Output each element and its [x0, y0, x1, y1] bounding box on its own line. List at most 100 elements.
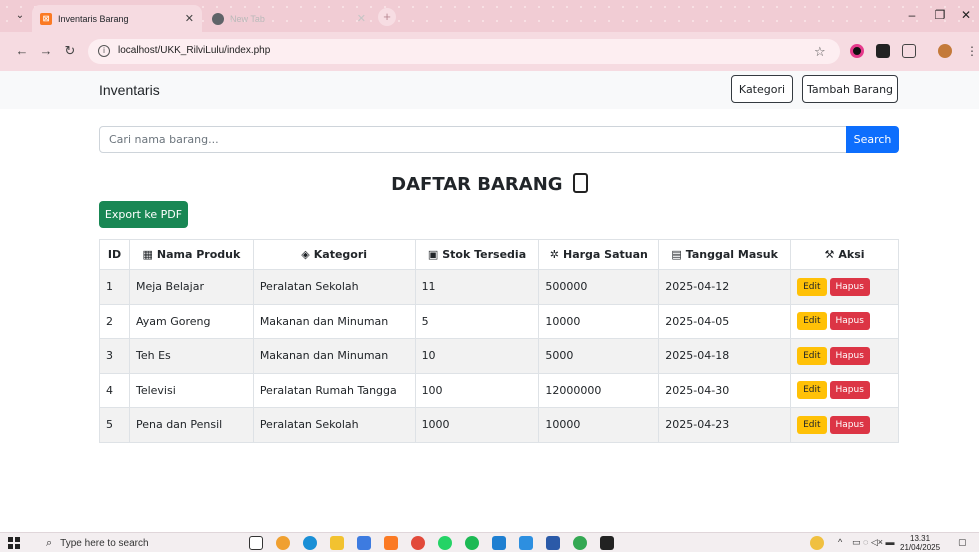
edit-button[interactable]: Edit — [797, 312, 827, 331]
cell-id: 5 — [99, 407, 130, 443]
cell-stok: 5 — [414, 303, 540, 339]
extensions-puzzle-icon[interactable] — [902, 44, 916, 58]
browser-tab-strip: ⌄ ⊠ Inventaris Barang ✕ New Tab ✕ + – ❐ … — [0, 0, 979, 32]
cell-kategori: Peralatan Sekolah — [252, 407, 416, 443]
bookmark-star-icon[interactable]: ☆ — [814, 44, 826, 60]
search-icon: ⌕ — [46, 536, 53, 549]
cell-harga: 10000 — [538, 407, 660, 443]
address-url: localhost/UKK_RilviLulu/index.php — [118, 45, 271, 56]
page-title-text: DAFTAR BARANG — [391, 174, 563, 195]
reload-icon[interactable]: ↻ — [62, 43, 78, 59]
search-button[interactable]: Search — [846, 126, 899, 153]
taskbar-search[interactable]: ⌕ Type here to search — [46, 533, 212, 552]
extension-icon[interactable] — [876, 44, 890, 58]
copilot-icon[interactable] — [276, 536, 290, 550]
chrome-profile-icon[interactable] — [573, 536, 587, 550]
photos-icon[interactable] — [519, 536, 533, 550]
taskbar-clock[interactable]: 13.31 21/04/2025 — [900, 534, 940, 552]
header-id: ID — [99, 239, 130, 270]
minimize-icon[interactable]: – — [904, 8, 920, 22]
cell-kategori: Makanan dan Minuman — [252, 338, 416, 374]
word-icon[interactable] — [546, 536, 560, 550]
cell-kategori: Peralatan Rumah Tangga — [252, 372, 416, 408]
hapus-button[interactable]: Hapus — [829, 381, 870, 400]
close-tab-icon[interactable]: ✕ — [185, 12, 194, 25]
back-arrow-icon[interactable]: ← — [14, 43, 30, 58]
cell-nama: Pena dan Pensil — [128, 407, 254, 443]
browser-menu-icon[interactable]: ⋮ — [966, 44, 978, 58]
tab-inventaris-barang[interactable]: ⊠ Inventaris Barang ✕ — [32, 5, 202, 32]
forward-arrow-icon[interactable]: → — [38, 43, 54, 58]
table-row: 5 Pena dan Pensil Peralatan Sekolah 1000… — [99, 407, 899, 443]
header-label: Aksi — [838, 248, 865, 261]
search-input[interactable]: Cari nama barang... — [99, 126, 847, 153]
cell-tanggal: 2025-04-05 — [658, 303, 792, 339]
tag-icon: ◈ — [301, 248, 310, 261]
xampp-icon[interactable] — [384, 536, 398, 550]
weather-icon[interactable] — [810, 536, 824, 550]
new-tab-plus-icon[interactable]: + — [378, 8, 396, 26]
site-info-icon[interactable]: i — [98, 45, 110, 57]
file-explorer-icon[interactable] — [330, 536, 344, 550]
hapus-button[interactable]: Hapus — [829, 277, 870, 296]
edit-button[interactable]: Edit — [797, 277, 827, 296]
calendar-icon: ▤ — [671, 248, 682, 261]
restore-icon[interactable]: ❐ — [932, 8, 948, 22]
cell-stok: 10 — [414, 338, 540, 374]
tab-title: Inventaris Barang — [58, 13, 129, 24]
chrome-icon[interactable] — [411, 536, 425, 550]
tools-icon: ⚒ — [824, 248, 835, 261]
edit-button[interactable]: Edit — [797, 346, 827, 365]
close-tab-icon[interactable]: ✕ — [357, 12, 366, 25]
kategori-button[interactable]: Kategori — [731, 75, 793, 103]
notifications-icon[interactable]: ▢ — [958, 537, 967, 548]
cell-stok: 1000 — [414, 407, 540, 443]
browser-toolbar: ← → ↻ i localhost/UKK_RilviLulu/index.ph… — [0, 32, 979, 71]
address-bar[interactable]: i localhost/UKK_RilviLulu/index.php ☆ — [88, 39, 840, 64]
profile-avatar[interactable] — [938, 44, 952, 58]
extension-icon[interactable] — [850, 44, 864, 58]
tab-new-tab[interactable]: New Tab ✕ — [204, 5, 374, 32]
cell-nama: Ayam Goreng — [128, 303, 254, 339]
cell-aksi: Edit Hapus — [790, 407, 899, 443]
cell-harga: 500000 — [538, 269, 660, 305]
edit-button[interactable]: Edit — [797, 381, 827, 400]
navbar-brand[interactable]: Inventaris — [99, 82, 160, 98]
store-icon[interactable] — [357, 536, 371, 550]
export-pdf-button[interactable]: Export ke PDF — [99, 201, 188, 228]
tab-search-chevron-icon[interactable]: ⌄ — [12, 8, 28, 24]
cell-harga: 12000000 — [538, 372, 660, 408]
header-kategori: ◈ Kategori — [252, 239, 416, 270]
header-label: Stok Tersedia — [442, 248, 527, 261]
hapus-button[interactable]: Hapus — [829, 346, 870, 365]
system-tray-icons[interactable]: ▭ ◌ ◁× ▬ — [852, 537, 895, 548]
cell-tanggal: 2025-04-18 — [658, 338, 792, 374]
windows-start-icon[interactable] — [8, 537, 20, 549]
cell-kategori: Makanan dan Minuman — [252, 303, 416, 339]
cell-aksi: Edit Hapus — [790, 269, 899, 305]
header-stok: ▣ Stok Tersedia — [414, 239, 540, 270]
whatsapp-icon[interactable] — [438, 536, 452, 550]
app-navbar: Inventaris Kategori Tambah Barang — [0, 71, 979, 109]
header-nama-produk: ▦ Nama Produk — [128, 239, 254, 270]
cell-tanggal: 2025-04-23 — [658, 407, 792, 443]
cell-tanggal: 2025-04-12 — [658, 269, 792, 305]
close-window-icon[interactable]: ✕ — [958, 8, 974, 22]
terminal-icon[interactable] — [600, 536, 614, 550]
spotify-icon[interactable] — [465, 536, 479, 550]
edit-button[interactable]: Edit — [797, 415, 827, 434]
tambah-barang-button[interactable]: Tambah Barang — [802, 75, 898, 103]
task-view-icon[interactable] — [249, 536, 263, 550]
scroll-icon — [572, 173, 588, 193]
hapus-button[interactable]: Hapus — [829, 312, 870, 331]
table-row: 1 Meja Belajar Peralatan Sekolah 11 5000… — [99, 269, 899, 305]
hapus-button[interactable]: Hapus — [829, 415, 870, 434]
chrome-favicon-icon — [212, 12, 224, 25]
edge-icon[interactable] — [303, 536, 317, 550]
header-tanggal: ▤ Tanggal Masuk — [658, 239, 792, 270]
vscode-icon[interactable] — [492, 536, 506, 550]
header-aksi: ⚒ Aksi — [790, 239, 899, 270]
package-icon: ▣ — [427, 248, 439, 261]
cell-id: 4 — [99, 372, 130, 408]
chevron-up-icon[interactable]: ^ — [838, 537, 842, 547]
